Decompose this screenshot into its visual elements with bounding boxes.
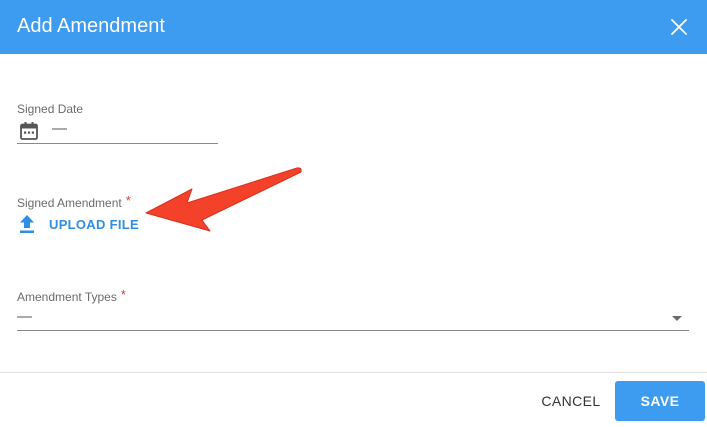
amendment-types-select[interactable]: — (17, 306, 689, 331)
add-amendment-dialog: Add Amendment Signed Date — Signed Amend… (0, 0, 707, 427)
calendar-icon[interactable] (19, 121, 39, 141)
save-button[interactable]: SAVE (615, 381, 705, 421)
close-icon (671, 19, 687, 35)
signed-amendment-label: Signed Amendment * (17, 193, 131, 211)
upload-file-button[interactable]: UPLOAD FILE (18, 212, 139, 236)
required-marker: * (120, 287, 126, 302)
amendment-types-label: Amendment Types * (17, 287, 126, 305)
chevron-down-icon[interactable] (672, 316, 682, 321)
required-marker: * (125, 193, 131, 208)
red-arrow-annotation (145, 167, 302, 232)
cancel-button[interactable]: CANCEL (536, 382, 606, 420)
dialog-header: Add Amendment (0, 0, 707, 54)
signed-date-label: Signed Date (17, 102, 84, 116)
upload-file-label: UPLOAD FILE (49, 216, 139, 232)
upload-icon (20, 215, 34, 233)
amendment-types-value: — (17, 308, 32, 325)
footer-divider (0, 372, 707, 373)
signed-date-value: — (52, 120, 67, 137)
dialog-title: Add Amendment (17, 15, 165, 37)
signed-date-field[interactable]: — (17, 118, 218, 144)
close-button[interactable] (666, 14, 692, 40)
